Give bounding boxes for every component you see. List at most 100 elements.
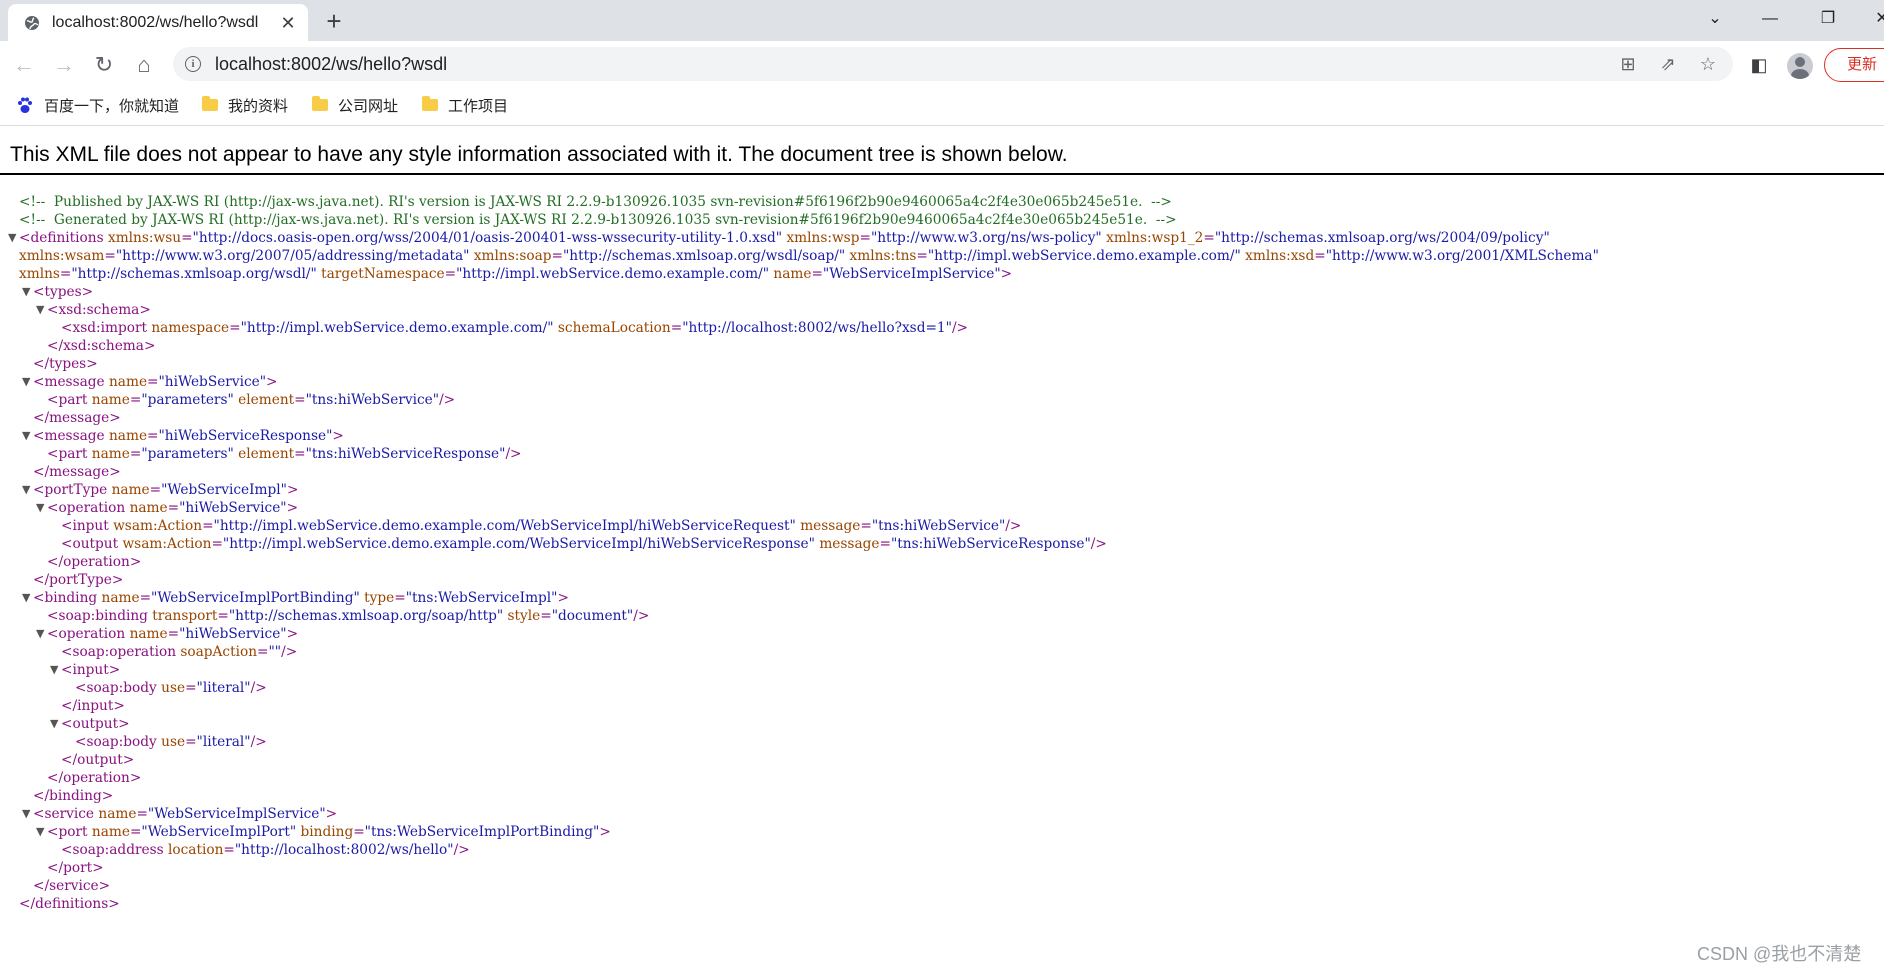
xml-line: <soap:body use="literal"/> — [0, 733, 1884, 751]
home-icon[interactable]: ⌂ — [128, 49, 160, 81]
xml-line: </input> — [0, 697, 1884, 715]
xml-line-text: <part name="parameters" element="tns:hiW… — [47, 446, 522, 462]
xml-line: <!-- Generated by JAX-WS RI (http://jax-… — [0, 211, 1884, 229]
xml-line-text: xmlns="http://schemas.xmlsoap.org/wsdl/"… — [19, 266, 1013, 282]
xml-line-text: <soap:body use="literal"/> — [75, 734, 267, 750]
bookmark-folder-my-data[interactable]: 我的资料 — [202, 95, 288, 117]
xml-line-text: </binding> — [33, 788, 114, 804]
collapse-triangle-icon[interactable]: ▼ — [50, 715, 58, 733]
xml-line-text: xmlns:wsam="http://www.w3.org/2007/05/ad… — [19, 248, 1599, 264]
xml-line: ▼ <operation name="hiWebService"> — [0, 625, 1884, 643]
xml-line-text: <portType name="WebServiceImpl"> — [33, 482, 299, 498]
collapse-triangle-icon[interactable]: ▼ — [36, 301, 44, 319]
collapse-triangle-icon[interactable]: ▼ — [22, 283, 30, 301]
xml-style-notice: This XML file does not appear to have an… — [10, 143, 1068, 166]
xml-line-text: </xsd:schema> — [47, 338, 156, 354]
tab-title: localhost:8002/ws/hello?wsdl — [52, 14, 259, 31]
xml-line-text: <part name="parameters" element="tns:hiW… — [47, 392, 456, 408]
xml-line-text: <output> — [61, 716, 130, 732]
folder-icon — [202, 95, 218, 111]
bookmark-label: 工作项目 — [448, 98, 509, 115]
xml-line: <soap:operation soapAction=""/> — [0, 643, 1884, 661]
bookmark-label: 公司网址 — [338, 98, 399, 115]
restore-icon[interactable]: ❐ — [1808, 4, 1848, 34]
xml-line: </operation> — [0, 553, 1884, 571]
xml-line-text: </message> — [33, 410, 121, 426]
xml-line-text: <soap:operation soapAction=""/> — [61, 644, 298, 660]
xml-line: </message> — [0, 409, 1884, 427]
xml-line-text: </operation> — [47, 770, 142, 786]
tab-search-icon[interactable]: ⌄ — [1695, 4, 1735, 34]
collapse-triangle-icon[interactable]: ▼ — [22, 373, 30, 391]
xml-line: ▼ <message name="hiWebService"> — [0, 373, 1884, 391]
collapse-triangle-icon[interactable]: ▼ — [8, 229, 16, 247]
notice-divider — [0, 173, 1884, 175]
xml-line: </definitions> — [0, 895, 1884, 913]
xml-line: xmlns="http://schemas.xmlsoap.org/wsdl/"… — [0, 265, 1884, 283]
xml-line: ▼ <output> — [0, 715, 1884, 733]
xml-line: </message> — [0, 463, 1884, 481]
collapse-triangle-icon[interactable]: ▼ — [36, 625, 44, 643]
browser-tab[interactable]: localhost:8002/ws/hello?wsdl ✕ — [8, 4, 308, 41]
translate-icon[interactable]: ⊞ — [1615, 52, 1641, 76]
bookmark-star-icon[interactable]: ☆ — [1695, 52, 1721, 76]
xml-line: </service> — [0, 877, 1884, 895]
xml-line: ▼ <operation name="hiWebService"> — [0, 499, 1884, 517]
collapse-triangle-icon[interactable]: ▼ — [36, 823, 44, 841]
share-icon[interactable]: ⇗ — [1655, 52, 1681, 76]
collapse-triangle-icon[interactable]: ▼ — [22, 589, 30, 607]
bookmark-label: 百度一下，你就知道 — [44, 98, 180, 115]
xml-line-text: <operation name="hiWebService"> — [47, 500, 299, 516]
xml-line-text: <message name="hiWebService"> — [33, 374, 278, 390]
xml-line-text: </output> — [61, 752, 135, 768]
xml-line-text: <message name="hiWebServiceResponse"> — [33, 428, 344, 444]
site-info-icon[interactable]: i — [185, 56, 201, 72]
xml-line: <!-- Published by JAX-WS RI (http://jax-… — [0, 193, 1884, 211]
url-text[interactable]: localhost:8002/ws/hello?wsdl — [215, 54, 447, 75]
collapse-triangle-icon[interactable]: ▼ — [50, 661, 58, 679]
xml-line: ▼ <definitions xmlns:wsu="http://docs.oas… — [0, 229, 1884, 247]
xml-line: </portType> — [0, 571, 1884, 589]
xml-line: <part name="parameters" element="tns:hiW… — [0, 445, 1884, 463]
close-tab-icon[interactable]: ✕ — [276, 11, 300, 35]
xml-line: </types> — [0, 355, 1884, 373]
xml-line: ▼ <portType name="WebServiceImpl"> — [0, 481, 1884, 499]
bookmark-folder-work[interactable]: 工作项目 — [422, 95, 508, 117]
xml-line: ▼ <service name="WebServiceImplService"> — [0, 805, 1884, 823]
xml-line-text: <!-- Generated by JAX-WS RI (http://jax-… — [19, 212, 1177, 228]
forward-icon[interactable]: → — [48, 49, 80, 81]
xml-line: </output> — [0, 751, 1884, 769]
side-panel-icon[interactable]: ◧ — [1743, 49, 1775, 81]
xml-line: ▼ <message name="hiWebServiceResponse"> — [0, 427, 1884, 445]
xml-line-text: <soap:address location="http://localhost… — [61, 842, 470, 858]
xml-line-text: <input wsam:Action="http://impl.webServi… — [61, 518, 1022, 534]
collapse-triangle-icon[interactable]: ▼ — [22, 481, 30, 499]
update-button[interactable]: 更新 — [1824, 48, 1884, 82]
baidu-paw-icon — [18, 97, 32, 113]
minimize-icon[interactable]: — — [1750, 4, 1790, 34]
collapse-triangle-icon[interactable]: ▼ — [22, 805, 30, 823]
back-icon[interactable]: ← — [8, 49, 40, 81]
bookmark-label: 我的资料 — [228, 98, 289, 115]
xml-line: ▼ <types> — [0, 283, 1884, 301]
xml-line: <output wsam:Action="http://impl.webServ… — [0, 535, 1884, 553]
xml-line-text: </message> — [33, 464, 121, 480]
collapse-triangle-icon[interactable]: ▼ — [22, 427, 30, 445]
xml-line: ▼ <port name="WebServiceImplPort" binding… — [0, 823, 1884, 841]
xml-line: <input wsam:Action="http://impl.webServi… — [0, 517, 1884, 535]
xml-line: ▼ <binding name="WebServiceImplPortBindin… — [0, 589, 1884, 607]
reload-icon[interactable]: ↻ — [88, 49, 120, 81]
xml-line-text: <types> — [33, 284, 94, 300]
address-bar[interactable]: i localhost:8002/ws/hello?wsdl ⊞ ⇗ ☆ — [173, 47, 1733, 81]
collapse-triangle-icon[interactable]: ▼ — [36, 499, 44, 517]
xml-line: ▼ <input> — [0, 661, 1884, 679]
new-tab-icon[interactable]: + — [320, 8, 348, 36]
xml-line-text: </input> — [61, 698, 125, 714]
profile-avatar[interactable] — [1787, 53, 1813, 79]
bookmark-baidu[interactable]: 百度一下，你就知道 — [16, 95, 179, 117]
csdn-watermark: CSDN @我也不清楚 — [1697, 944, 1862, 964]
bookmark-folder-company[interactable]: 公司网址 — [312, 95, 398, 117]
xml-line-text: <!-- Published by JAX-WS RI (http://jax-… — [19, 194, 1172, 210]
close-window-icon[interactable]: ✕ — [1862, 4, 1884, 34]
xml-line-text: </operation> — [47, 554, 142, 570]
